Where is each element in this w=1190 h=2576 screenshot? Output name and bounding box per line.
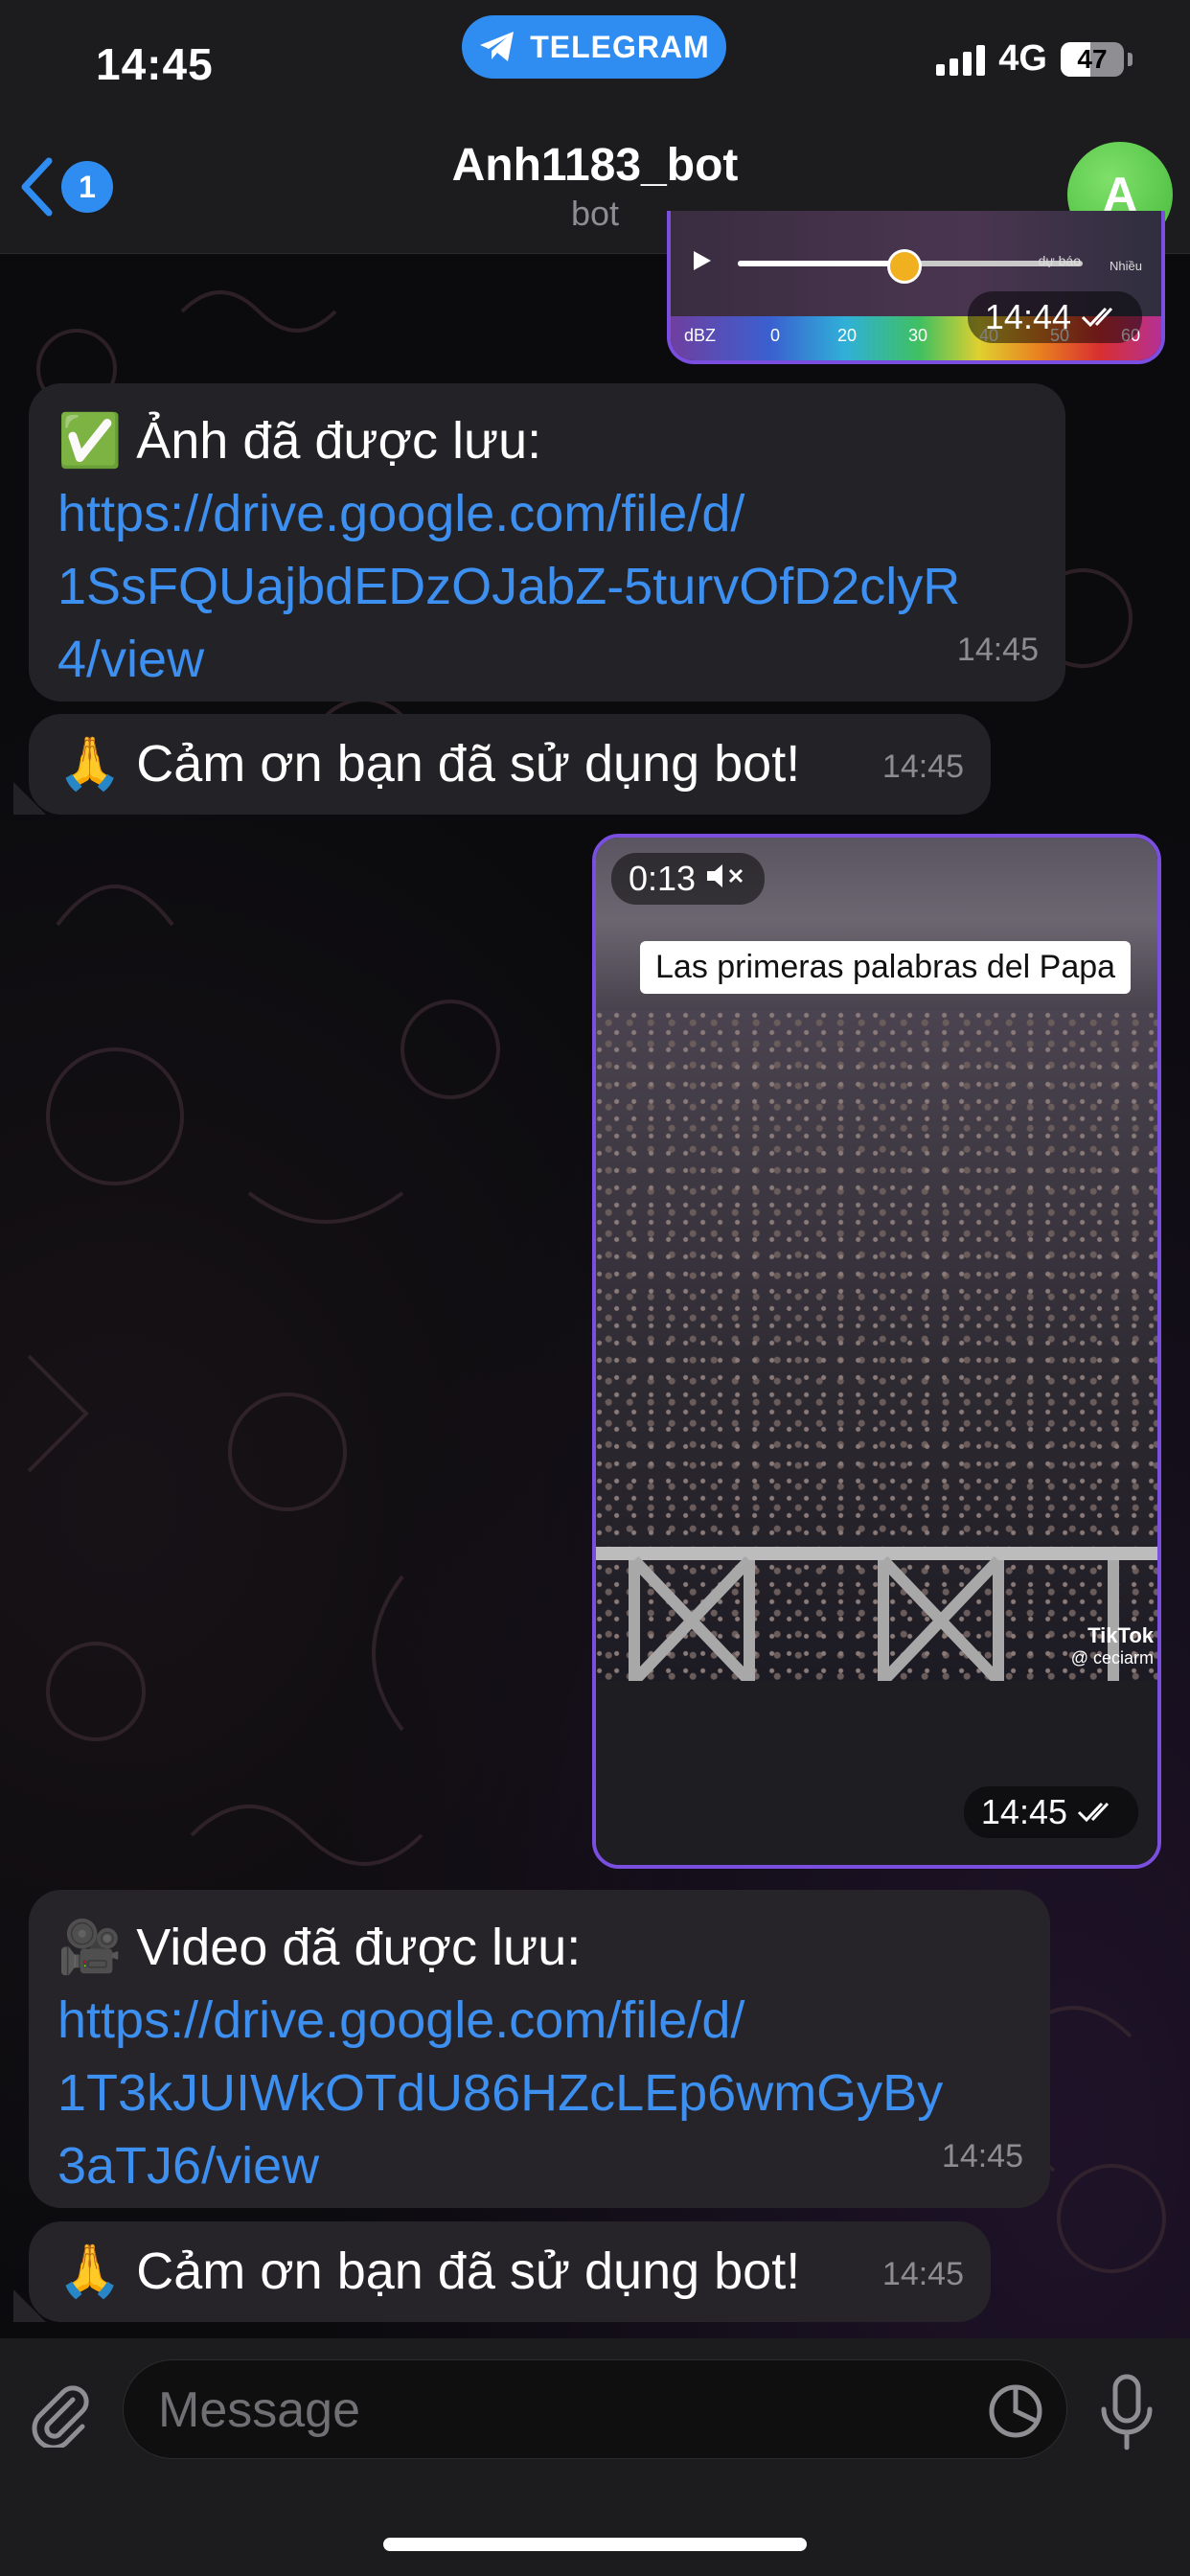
scale-unit-label: dBZ <box>684 326 717 345</box>
video-message[interactable]: 0:13 Las primeras palabras del Papa TikT… <box>592 834 1161 1869</box>
message-input[interactable] <box>158 2360 925 2460</box>
radar-timeline-handle[interactable] <box>887 249 922 284</box>
bot-message-photo-saved[interactable]: ✅ Ảnh đã được lưu: https://drive.google.… <box>29 383 1065 702</box>
tiktok-watermark: TikTok @ ceciarm <box>1071 1623 1154 1668</box>
link-line: 3aTJ6/view <box>57 2137 320 2195</box>
link-line: 4/view <box>57 631 205 688</box>
double-check-icon <box>1081 297 1125 337</box>
message-time: 14:45 <box>941 2138 1023 2174</box>
radar-media-message[interactable]: dự báo Nhiều dBZ 0 20 30 40 50 60 14:44 <box>667 211 1165 364</box>
radar-timeline-progress <box>738 261 901 266</box>
media-timestamp: 14:45 <box>963 1786 1138 1838</box>
link-line: 1T3kJUIWkOTdU86HZcLEp6wmGyBy <box>57 2064 944 2122</box>
video-caption: Las primeras palabras del Papa <box>640 941 1132 994</box>
home-indicator[interactable] <box>383 2538 807 2551</box>
message-time: 14:45 <box>881 2256 964 2292</box>
video-duration-badge: 0:13 <box>611 853 766 905</box>
watermark-brand: TikTok <box>1087 1623 1154 1647</box>
attach-icon[interactable] <box>27 2380 94 2452</box>
bot-message-thanks[interactable]: 🙏 Cảm ơn bạn đã sử dụng bot! 14:45 <box>29 2221 991 2322</box>
link-line: https://drive.google.com/file/d/ <box>57 1991 745 2049</box>
scale-tick: 30 <box>908 326 928 345</box>
scale-tick: 0 <box>770 326 781 345</box>
message-input-field[interactable] <box>123 2359 1067 2460</box>
sticker-icon[interactable] <box>988 2383 1043 2444</box>
scale-tick: 20 <box>837 326 858 345</box>
microphone-icon[interactable] <box>1098 2373 1156 2458</box>
status-bar: 14:45 TELEGRAM 4G 47 <box>0 0 1190 125</box>
play-icon[interactable] <box>690 249 713 272</box>
watermark-user: @ ceciarm <box>1070 1648 1154 1668</box>
link-line: 1SsFQUajbdEDzOJabZ-5turvOfD2clyR <box>57 558 961 615</box>
message-text: 🙏 Cảm ơn bạn đã sử dụng bot! <box>57 2242 801 2300</box>
battery-tip <box>1128 52 1133 66</box>
status-time: 14:45 <box>96 39 214 89</box>
battery-level: 47 <box>1077 43 1108 74</box>
telegram-plane-icon <box>480 32 515 61</box>
message-title: ✅ Ảnh đã được lưu: <box>57 412 542 470</box>
message-time: 14:45 <box>956 632 1039 668</box>
message-text: 🙏 Cảm ơn bạn đã sử dụng bot! <box>57 735 801 793</box>
radar-forecast-label: dự báo <box>1038 253 1081 268</box>
media-timestamp: 14:44 <box>967 291 1142 343</box>
network-type: 4G <box>998 38 1047 79</box>
message-time: 14:45 <box>980 1792 1067 1831</box>
telegram-app-pill[interactable]: TELEGRAM <box>462 15 726 79</box>
bot-message-thanks[interactable]: 🙏 Cảm ơn bạn đã sử dụng bot! 14:45 <box>29 714 991 815</box>
message-time: 14:44 <box>984 297 1071 336</box>
radar-corner-text: Nhiều <box>1110 259 1142 273</box>
muted-speaker-icon[interactable] <box>705 859 747 899</box>
double-check-icon <box>1077 1792 1121 1832</box>
video-bottom-blur <box>596 1681 1157 1865</box>
link-line: https://drive.google.com/file/d/ <box>57 485 745 542</box>
drive-link[interactable]: https://drive.google.com/file/d/ 1SsFQUa… <box>57 477 1037 696</box>
message-title: 🎥 Video đã được lưu: <box>57 1919 582 1976</box>
cellular-signal-icon <box>936 43 986 76</box>
battery-icon: 47 <box>1061 41 1124 77</box>
chat-title: Anh1183_bot <box>451 140 739 191</box>
app-pill-label: TELEGRAM <box>530 29 710 64</box>
video-duration: 0:13 <box>629 859 697 898</box>
message-time: 14:45 <box>881 748 964 785</box>
drive-link[interactable]: https://drive.google.com/file/d/ 1T3kJUI… <box>57 1984 1021 2202</box>
bot-message-video-saved[interactable]: 🎥 Video đã được lưu: https://drive.googl… <box>29 1890 1050 2208</box>
status-indicators: 4G 47 <box>936 38 1133 80</box>
